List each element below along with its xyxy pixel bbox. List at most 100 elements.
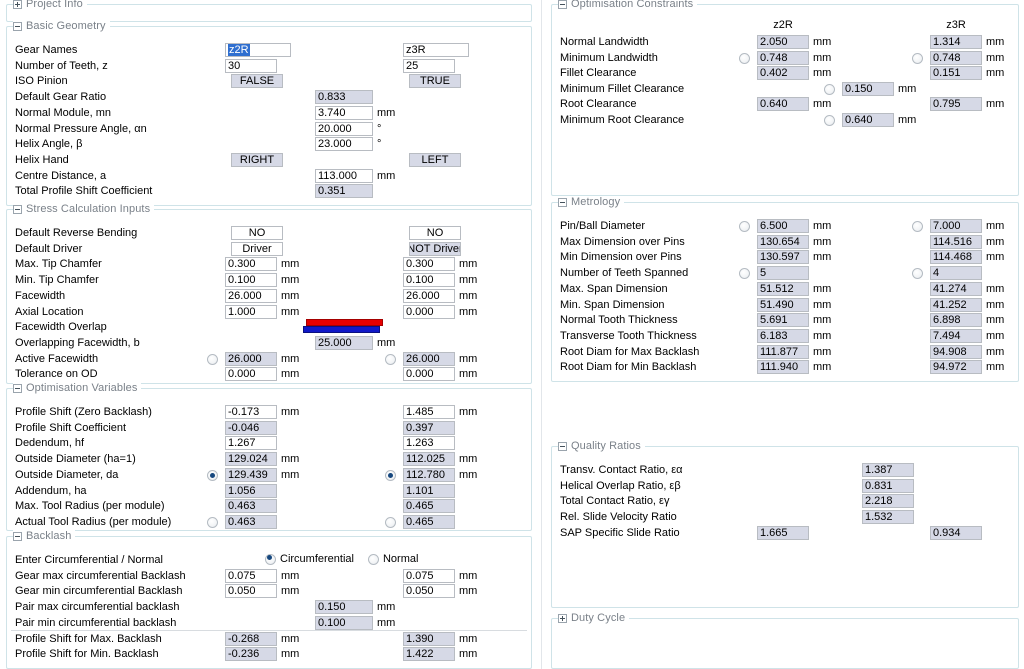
teeth-spanned-b-radio[interactable]: [912, 268, 923, 279]
backlash-mode-radio-1[interactable]: [367, 553, 379, 565]
group-header-optimisation_variables[interactable]: Optimisation Variables: [13, 382, 142, 395]
field-b-3[interactable]: 0.100: [403, 273, 455, 287]
field-a-1[interactable]: 0.050: [225, 584, 277, 598]
label-0: Pin/Ball Diameter: [560, 220, 645, 232]
collapse-icon[interactable]: [558, 442, 567, 451]
gear-a-name-input[interactable]: z2R: [225, 43, 291, 57]
field-b-9[interactable]: 0.000: [403, 367, 455, 381]
field-a-1[interactable]: Driver: [231, 242, 283, 256]
group-title-quality_ratios: Quality Ratios: [571, 440, 641, 452]
field-b-5: 1.101: [403, 484, 455, 498]
collapse-icon[interactable]: [13, 22, 22, 31]
group-header-stress_inputs[interactable]: Stress Calculation Inputs: [13, 203, 155, 216]
field-b-0[interactable]: NO: [409, 226, 461, 240]
unit-a-5: mm: [281, 648, 300, 660]
field-b-5[interactable]: 0.000: [403, 305, 455, 319]
field-b-2[interactable]: 0.300: [403, 257, 455, 271]
field-mid-5[interactable]: 20.000: [315, 122, 373, 136]
backlash-mode-option-1[interactable]: Normal: [383, 553, 418, 565]
field-b-7: 0.465: [403, 515, 455, 529]
label-5: Profile Shift for Min. Backlash: [15, 648, 159, 660]
field-a-2[interactable]: 1.267: [225, 436, 277, 450]
field-b-6: 6.898: [930, 313, 982, 327]
unit-b-4: mm: [986, 283, 1005, 295]
collapse-icon[interactable]: [13, 205, 22, 214]
field-a-3: 5: [757, 266, 809, 280]
active-facewidth-b-radio[interactable]: [385, 354, 396, 365]
field-mid-3: 0.833: [315, 90, 373, 104]
pane-splitter[interactable]: [538, 0, 547, 669]
label-2: Fillet Clearance: [560, 67, 637, 79]
actual-tool-radius-b-radio[interactable]: [385, 517, 396, 528]
gear-b-name-input[interactable]: z3R: [403, 43, 469, 57]
label-2: Min Dimension over Pins: [560, 251, 682, 263]
label-1: Gear min circumferential Backlash: [15, 585, 183, 597]
actual-tool-radius-a-radio[interactable]: [207, 517, 218, 528]
field-a-2[interactable]: 0.300: [225, 257, 277, 271]
field-b-4: 0.795: [930, 97, 982, 111]
field-mid-4[interactable]: 3.740: [315, 106, 373, 120]
field-mid-1: 0.831: [862, 479, 914, 493]
field-b-2[interactable]: 1.263: [403, 436, 455, 450]
unit-a-5: mm: [813, 299, 832, 311]
outside-diameter-b-radio[interactable]: [385, 470, 396, 481]
field-b-4: 112.780: [403, 468, 455, 482]
field-a-1[interactable]: 30: [225, 59, 277, 73]
pin-ball-diameter-b-radio[interactable]: [912, 221, 923, 232]
active-facewidth-a-radio[interactable]: [207, 354, 218, 365]
label-6: Normal Tooth Thickness: [560, 314, 678, 326]
collapse-icon[interactable]: [13, 384, 22, 393]
group-header-basic_geometry[interactable]: Basic Geometry: [13, 20, 110, 33]
group-header-duty_cycle[interactable]: Duty Cycle: [558, 612, 630, 625]
collapse-icon[interactable]: [558, 198, 567, 207]
field-b-1[interactable]: 25: [403, 59, 455, 73]
field-b-0[interactable]: 0.075: [403, 569, 455, 583]
min-landwidth-a-radio[interactable]: [739, 53, 750, 64]
field-a-9[interactable]: 0.000: [225, 367, 277, 381]
unit-b-2: mm: [986, 251, 1005, 263]
pin-ball-diameter-a-radio[interactable]: [739, 221, 750, 232]
field-a-0[interactable]: -0.173: [225, 405, 277, 419]
label-7: Helix Hand: [15, 154, 69, 166]
unit-b-4: mm: [459, 633, 478, 645]
backlash-mode-radio-0[interactable]: [265, 553, 276, 565]
field-mid-2: 2.218: [862, 494, 914, 508]
field-a-3[interactable]: 0.100: [225, 273, 277, 287]
field-a-0[interactable]: NO: [231, 226, 283, 240]
outside-diameter-a-radio[interactable]: [207, 470, 218, 481]
min-landwidth-b-radio[interactable]: [912, 53, 923, 64]
group-header-optimisation_constraints[interactable]: Optimisation Constraints: [558, 0, 698, 11]
label-4: Facewidth: [15, 290, 66, 302]
constraint-radio-mid-3[interactable]: [824, 84, 835, 95]
unit-b-4: mm: [986, 98, 1005, 110]
field-mid-8[interactable]: 113.000: [315, 169, 373, 183]
group-header-backlash[interactable]: Backlash: [13, 530, 76, 543]
backlash-mode-option-0[interactable]: Circumferential: [280, 553, 354, 565]
group-header-quality_ratios[interactable]: Quality Ratios: [558, 440, 645, 453]
unit-a-0: mm: [813, 36, 832, 48]
collapse-icon[interactable]: [13, 532, 22, 541]
expand-icon[interactable]: [558, 614, 567, 623]
field-b-0[interactable]: 1.485: [403, 405, 455, 419]
group-header-metrology[interactable]: Metrology: [558, 196, 625, 209]
unit-2: mm: [377, 601, 396, 613]
label-2: Pair max circumferential backlash: [15, 601, 180, 613]
label-5: Addendum, ha: [15, 485, 87, 497]
collapse-icon[interactable]: [558, 0, 567, 9]
field-a-0[interactable]: 0.075: [225, 569, 277, 583]
field-mid-6[interactable]: 23.000: [315, 137, 373, 151]
field-a-5[interactable]: 1.000: [225, 305, 277, 319]
field-b-4[interactable]: 26.000: [403, 289, 455, 303]
field-b-1[interactable]: 0.050: [403, 584, 455, 598]
label-9: Tolerance on OD: [15, 368, 98, 380]
unit-a-2: mm: [281, 258, 300, 270]
teeth-spanned-a-radio[interactable]: [739, 268, 750, 279]
unit-b-2: mm: [986, 67, 1005, 79]
field-a-4[interactable]: 26.000: [225, 289, 277, 303]
unit-a-8: mm: [281, 353, 300, 365]
field-b-6: 0.465: [403, 499, 455, 513]
expand-icon[interactable]: [13, 0, 22, 9]
constraint-radio-mid-5[interactable]: [824, 115, 835, 126]
label-2: Total Contact Ratio, εγ: [560, 495, 670, 507]
group-header-project_info[interactable]: Project Info: [13, 0, 87, 11]
